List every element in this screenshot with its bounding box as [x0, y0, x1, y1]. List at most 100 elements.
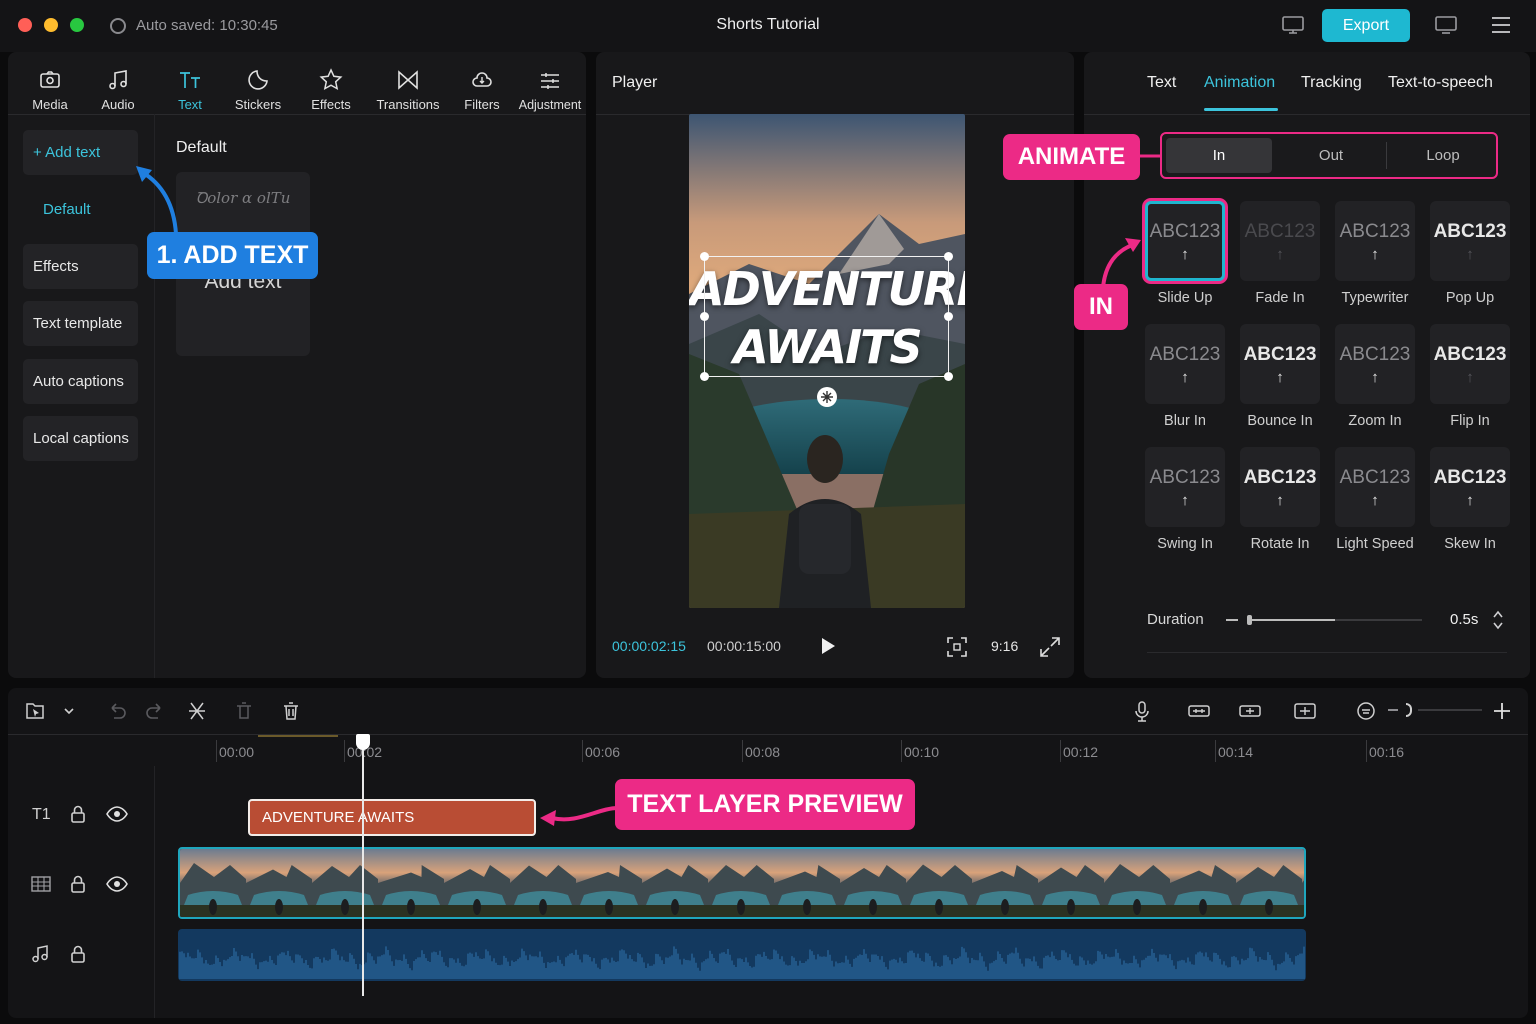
- tab-text[interactable]: Text: [1147, 74, 1176, 92]
- video-clip[interactable]: [178, 847, 1306, 919]
- animation-preset-tile[interactable]: ABC123 ↑: [1240, 324, 1320, 404]
- animation-preset-tile[interactable]: ABC123 ↑: [1145, 447, 1225, 527]
- redo-icon[interactable]: [144, 700, 166, 722]
- trash-icon[interactable]: [280, 700, 302, 722]
- ruler-marker: [258, 735, 338, 737]
- animation-preset-tile[interactable]: ABC123 ↑: [1240, 201, 1320, 281]
- export-button[interactable]: Export: [1322, 9, 1410, 42]
- animation-preset-tile[interactable]: ABC123 ↑: [1430, 201, 1510, 281]
- play-icon[interactable]: [820, 637, 836, 655]
- toolbar-stickers[interactable]: Stickers: [230, 56, 286, 112]
- lock-icon[interactable]: [69, 944, 87, 964]
- zoom-in-icon[interactable]: [1491, 700, 1513, 722]
- arrow-up-icon: ↑: [1371, 491, 1379, 509]
- ruler-tick: [582, 740, 583, 762]
- toolbar-label: Media: [32, 97, 68, 112]
- menu-icon[interactable]: [1490, 16, 1512, 34]
- main-track-magnet-icon[interactable]: [1187, 700, 1211, 722]
- maximize-window-button[interactable]: [70, 18, 84, 32]
- animation-preset-tile[interactable]: ABC123 ↑: [1335, 201, 1415, 281]
- minus-icon[interactable]: [1226, 619, 1238, 621]
- duration-slider[interactable]: [1247, 615, 1422, 625]
- animation-preset-tile[interactable]: ABC123 ↑: [1240, 447, 1320, 527]
- stepper-icon[interactable]: [1492, 609, 1504, 631]
- sidebar-item-auto-captions[interactable]: Auto captions: [23, 359, 138, 404]
- animation-preset-tile[interactable]: ABC123 ↑: [1430, 324, 1510, 404]
- duration-value[interactable]: 0.5s: [1450, 611, 1478, 628]
- resize-handle[interactable]: [700, 252, 709, 261]
- sidebar-item-local-captions[interactable]: Local captions: [23, 416, 138, 461]
- ruler-label: 00:00: [219, 744, 255, 760]
- lock-icon[interactable]: [69, 804, 87, 824]
- animate-callout: ANIMATE: [1003, 134, 1140, 180]
- segment-divider: [1386, 142, 1387, 169]
- crop-frame-icon[interactable]: [946, 636, 968, 658]
- microphone-icon[interactable]: [1131, 700, 1153, 722]
- resize-handle[interactable]: [700, 372, 709, 381]
- minimize-window-button[interactable]: [44, 18, 58, 32]
- resize-handle[interactable]: [944, 252, 953, 261]
- sidebar-item-default[interactable]: Default: [23, 187, 138, 232]
- tab-animation[interactable]: Animation: [1204, 74, 1275, 92]
- eye-icon[interactable]: [106, 806, 128, 822]
- split-icon[interactable]: [186, 700, 208, 722]
- zoom-knob[interactable]: [1406, 703, 1412, 717]
- playhead-handle[interactable]: [356, 734, 370, 750]
- toolbar-audio[interactable]: Audio: [96, 56, 140, 112]
- eye-icon[interactable]: [106, 876, 128, 892]
- track-header-divider: [154, 766, 155, 1018]
- segment-out[interactable]: Out: [1278, 138, 1384, 173]
- animation-preset-label: Light Speed: [1336, 536, 1414, 552]
- add-text-button[interactable]: + Add text: [23, 130, 138, 175]
- lock-icon[interactable]: [69, 874, 87, 894]
- toolbar-label: Stickers: [234, 97, 282, 112]
- toolbar-filters[interactable]: Filters: [460, 56, 504, 112]
- playhead[interactable]: [362, 734, 364, 996]
- animation-preset-tile[interactable]: ABC123 ↑: [1335, 324, 1415, 404]
- select-tool-icon[interactable]: [24, 700, 46, 722]
- undo-icon[interactable]: [106, 700, 128, 722]
- rotate-handle-icon[interactable]: [816, 386, 838, 408]
- tab-text-to-speech[interactable]: Text-to-speech: [1388, 74, 1493, 92]
- animation-preset-tile[interactable]: ABC123 ↑: [1145, 201, 1225, 281]
- auto-snap-icon[interactable]: [1238, 700, 1262, 722]
- text-selection-box[interactable]: [700, 252, 953, 381]
- video-track-icon: [31, 876, 51, 892]
- display-icon[interactable]: [1434, 14, 1458, 36]
- animation-preset-tile[interactable]: ABC123 ↑: [1335, 447, 1415, 527]
- resize-handle[interactable]: [700, 312, 709, 321]
- monitor-icon[interactable]: [1281, 14, 1305, 36]
- tab-tracking[interactable]: Tracking: [1301, 74, 1362, 92]
- toolbar-adjustment[interactable]: Adjustment: [518, 56, 582, 112]
- audio-clip[interactable]: [178, 929, 1306, 981]
- duration-slider-knob[interactable]: [1247, 615, 1252, 625]
- fullscreen-icon[interactable]: [1039, 636, 1061, 658]
- toolbar-effects[interactable]: Effects: [306, 56, 356, 112]
- close-window-button[interactable]: [18, 18, 32, 32]
- sidebar-item-effects[interactable]: Effects: [23, 244, 138, 289]
- linkage-icon[interactable]: [1293, 700, 1317, 722]
- sidebar-item-text-template[interactable]: Text template: [23, 301, 138, 346]
- animation-preset-tile[interactable]: ABC123 ↑: [1145, 324, 1225, 404]
- zoom-slider[interactable]: [1418, 709, 1482, 711]
- segment-loop[interactable]: Loop: [1390, 138, 1496, 173]
- toolbar-media[interactable]: Media: [28, 56, 72, 112]
- video-preview[interactable]: ADVENTURE AWAITS: [689, 114, 965, 608]
- text-clip[interactable]: ADVENTURE AWAITS: [248, 799, 536, 836]
- delete-left-icon[interactable]: [233, 700, 255, 722]
- zoom-fit-icon[interactable]: [1355, 700, 1377, 722]
- zoom-out-icon[interactable]: [1388, 709, 1398, 711]
- resize-handle[interactable]: [944, 372, 953, 381]
- toolbar-label: Audio: [101, 97, 135, 112]
- animation-preset-label: Blur In: [1164, 413, 1206, 429]
- toolbar-text[interactable]: Text: [168, 56, 212, 112]
- segment-in[interactable]: In: [1166, 138, 1272, 173]
- animation-preset-label: Rotate In: [1250, 536, 1310, 552]
- aspect-ratio-selector[interactable]: 9:16: [991, 638, 1018, 654]
- toolbar-transitions[interactable]: Transitions: [374, 56, 442, 112]
- animation-preset-tile[interactable]: ABC123 ↑: [1430, 447, 1510, 527]
- duration-divider: [1147, 652, 1507, 653]
- ruler-tick: [1215, 740, 1216, 762]
- resize-handle[interactable]: [944, 312, 953, 321]
- chevron-down-icon[interactable]: [63, 706, 75, 716]
